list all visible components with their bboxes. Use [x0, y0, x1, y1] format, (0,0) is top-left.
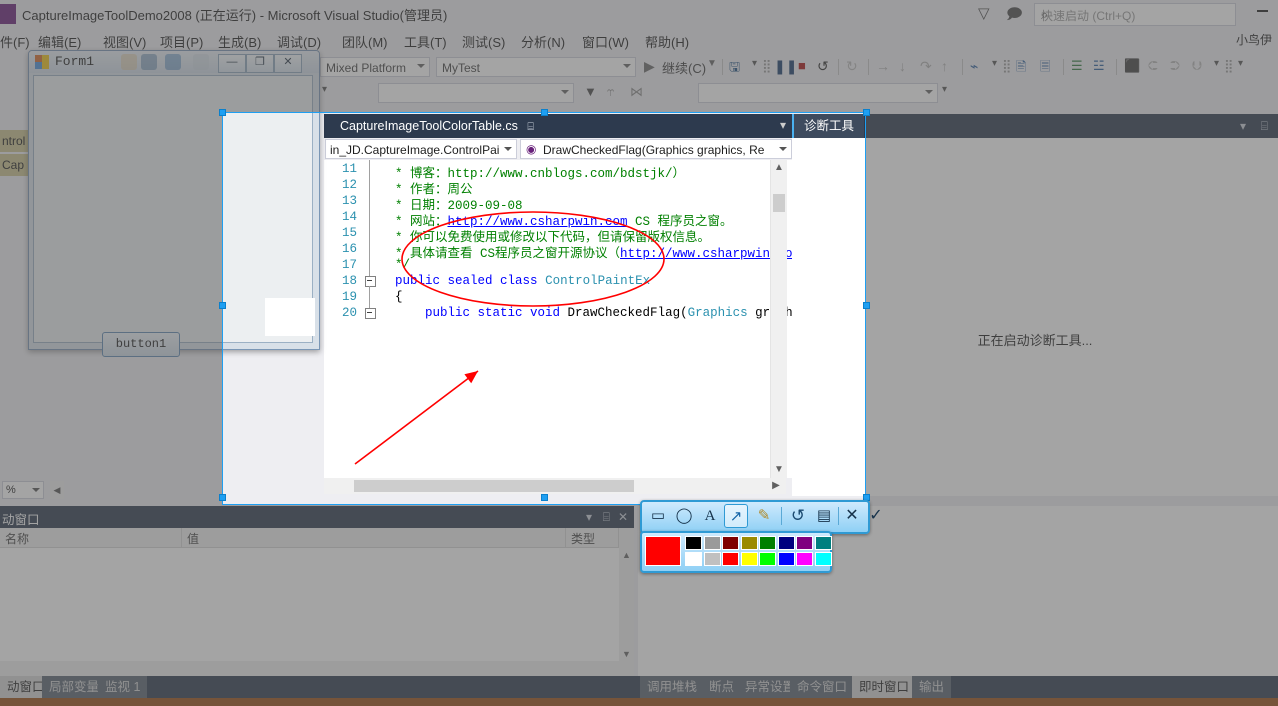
color-swatch[interactable]	[740, 552, 758, 566]
line-number: 14	[341, 210, 357, 224]
code-line: public sealed class ControlPaintEx	[380, 274, 650, 288]
code-line: * 具体请查看 CS程序员之窗开源协议（http://www.csharpwin…	[380, 242, 794, 261]
selection-handle-ne[interactable]	[863, 109, 870, 116]
confirm-tool[interactable]: ✓	[864, 504, 888, 528]
method-icon: ◉	[526, 142, 537, 156]
code-line: public static void DrawCheckedFlag(Graph…	[380, 306, 794, 320]
color-swatch[interactable]	[814, 552, 832, 566]
code-editor[interactable]: 11 12 13 14 15 16 17 18 19 20 * 博客：http:…	[324, 160, 794, 478]
capture-dim-left	[0, 112, 222, 505]
text-tool[interactable]: A	[698, 504, 722, 528]
code-line: */	[380, 258, 410, 272]
code-token: {	[380, 290, 403, 304]
scroll-right-icon[interactable]: ▶	[768, 478, 784, 494]
scope-combo-value: in_JD.CaptureImage.ControlPai	[330, 143, 500, 157]
code-token: DrawCheckedFlag(	[560, 306, 688, 320]
diagnostic-tools-tab[interactable]: 诊断工具	[792, 114, 865, 138]
scrollbar-thumb[interactable]	[773, 194, 785, 212]
color-swatch[interactable]	[703, 552, 721, 566]
editor-tab-label: CaptureImageToolColorTable.cs	[340, 119, 518, 133]
line-number: 19	[341, 290, 357, 304]
capture-toolbar-separator	[838, 507, 839, 525]
capture-color-palette[interactable]	[640, 531, 832, 573]
code-token: public static void	[425, 306, 561, 320]
code-token: Graphics	[687, 306, 748, 320]
fold-guideline	[369, 160, 370, 280]
member-combo-value: DrawCheckedFlag(Graphics graphics, Re	[543, 143, 765, 157]
current-color-swatch[interactable]	[645, 536, 681, 566]
code-token: public sealed class	[395, 274, 538, 288]
fold-toggle[interactable]	[365, 276, 376, 287]
line-number: 18	[341, 274, 357, 288]
cancel-tool[interactable]: ✕	[840, 504, 864, 528]
color-swatch[interactable]	[759, 552, 776, 566]
line-number: 20	[341, 306, 357, 320]
color-swatch[interactable]	[796, 552, 813, 566]
code-token: ControlPaintEx	[545, 274, 651, 288]
screen: CaptureImageToolDemo2008 (正在运行) - Micros…	[0, 0, 1278, 706]
capture-dim-right	[866, 112, 1278, 505]
selection-handle-s[interactable]	[541, 494, 548, 501]
color-swatch[interactable]	[740, 536, 758, 550]
chevron-down-icon	[779, 147, 787, 151]
selection-handle-w[interactable]	[219, 302, 226, 309]
tab-overflow-icon[interactable]: ▾	[780, 118, 786, 132]
capture-dim-top	[0, 0, 1278, 112]
scrollbar-thumb[interactable]	[354, 480, 634, 492]
color-swatch[interactable]	[722, 536, 739, 550]
color-swatch[interactable]	[685, 536, 702, 550]
editor-vertical-scrollbar[interactable]: ▲ ▼	[770, 160, 787, 478]
fold-guideline	[369, 286, 370, 308]
rectangle-tool[interactable]: ▭	[646, 504, 670, 528]
member-combo[interactable]: ◉ DrawCheckedFlag(Graphics graphics, Re	[520, 139, 792, 159]
color-swatch[interactable]	[796, 536, 813, 550]
code-token: */	[380, 258, 411, 272]
save-tool[interactable]: ▤	[812, 504, 836, 528]
editor-navigation-bar: in_JD.CaptureImage.ControlPai ◉ DrawChec…	[324, 138, 794, 161]
line-number-gutter: 11 12 13 14 15 16 17 18 19 20	[324, 160, 360, 478]
selection-handle-n[interactable]	[541, 109, 548, 116]
scroll-up-icon[interactable]: ▲	[771, 160, 787, 176]
ellipse-tool[interactable]: ◯	[672, 504, 696, 528]
line-number: 15	[341, 226, 357, 240]
selection-handle-nw[interactable]	[219, 109, 226, 116]
color-swatch[interactable]	[814, 536, 832, 550]
color-swatch[interactable]	[777, 552, 795, 566]
pencil-tool[interactable]: ✎	[752, 504, 776, 528]
line-number: 13	[341, 194, 357, 208]
line-number: 17	[341, 258, 357, 272]
fold-toggle[interactable]	[365, 308, 376, 319]
capture-dim-bottom	[0, 505, 1278, 706]
color-swatch[interactable]	[722, 552, 739, 566]
pin-icon[interactable]: ⌸	[527, 121, 534, 133]
color-swatch[interactable]	[703, 536, 721, 550]
captured-white-region	[265, 298, 315, 336]
arrow-tool[interactable]: ↗	[724, 504, 748, 528]
code-token: * 具体请查看 CS程序员之窗开源协议（	[380, 247, 621, 261]
line-number: 16	[341, 242, 357, 256]
scroll-down-icon[interactable]: ▼	[771, 462, 787, 478]
color-swatch[interactable]	[777, 536, 795, 550]
scope-combo[interactable]: in_JD.CaptureImage.ControlPai	[325, 139, 517, 159]
line-number: 12	[341, 178, 357, 192]
capture-toolbar[interactable]: ▭ ◯ A ↗ ✎ ↺ ▤ ✕ ✓	[640, 500, 883, 534]
color-swatch[interactable]	[759, 536, 776, 550]
code-line: {	[380, 290, 403, 304]
editor-tab-active[interactable]: CaptureImageToolColorTable.cs ⌸	[330, 114, 544, 138]
line-number: 11	[341, 162, 357, 176]
chevron-down-icon	[504, 147, 512, 151]
code-link[interactable]: http://www.csharpwin.com/csol.html	[620, 247, 794, 261]
editor-horizontal-scrollbar[interactable]: ▶	[324, 478, 786, 494]
undo-tool[interactable]: ↺	[786, 504, 810, 528]
selection-handle-e[interactable]	[863, 302, 870, 309]
color-swatch[interactable]	[685, 552, 702, 566]
editor-tab-strip: CaptureImageToolColorTable.cs ⌸ ▾	[324, 114, 794, 138]
selection-handle-sw[interactable]	[219, 494, 226, 501]
capture-toolbar-separator	[781, 507, 782, 525]
